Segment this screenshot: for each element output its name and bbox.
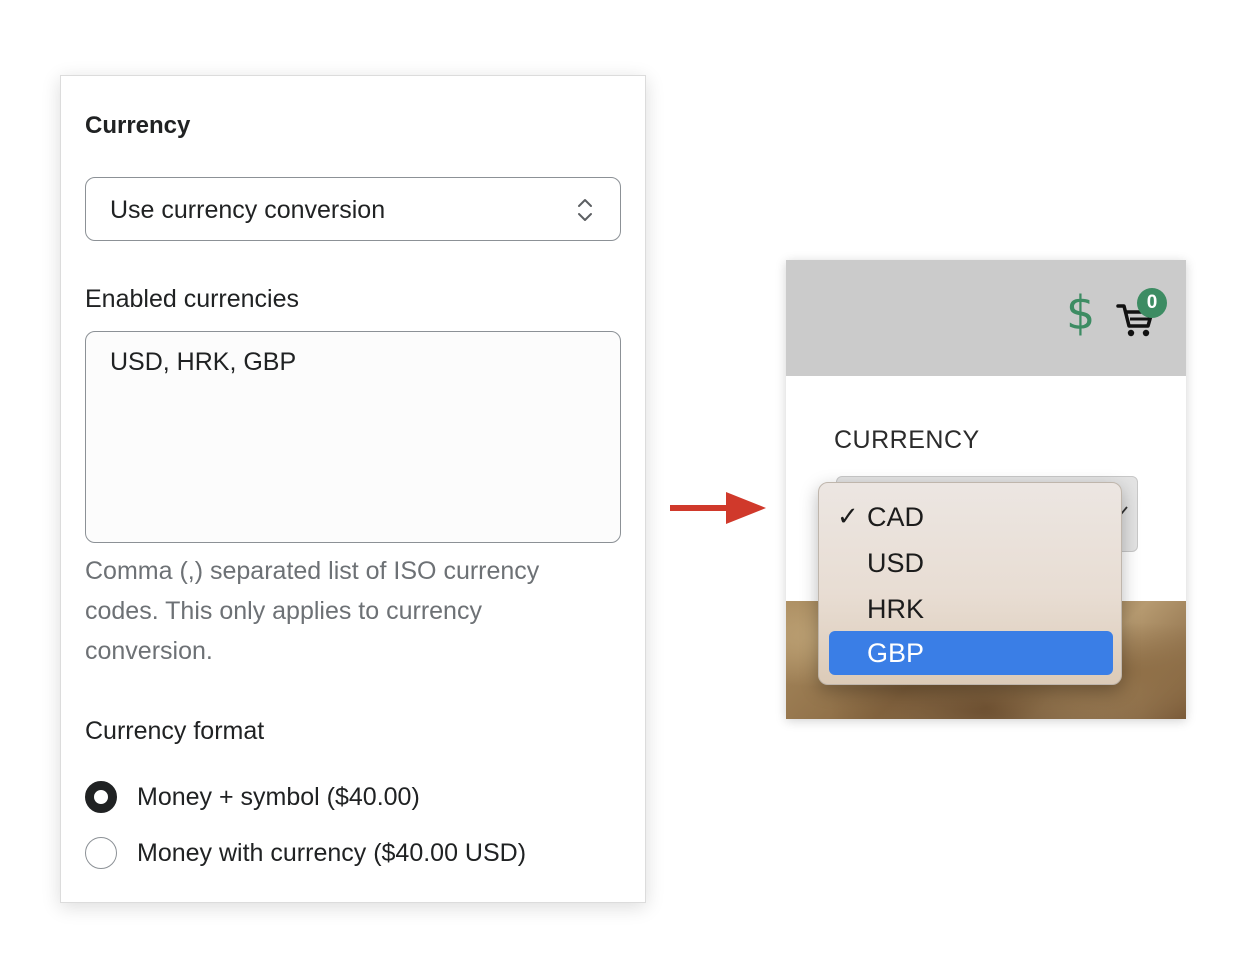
radio-money-currency[interactable]: Money with currency ($40.00 USD) xyxy=(85,836,526,870)
arrow-right-icon xyxy=(670,492,766,524)
radio-checked-icon[interactable] xyxy=(85,781,117,813)
up-down-chevron-icon xyxy=(578,199,592,221)
dollar-icon[interactable]: $ xyxy=(1066,290,1095,336)
enabled-currencies-textarea[interactable]: USD, HRK, GBP xyxy=(85,331,621,543)
checkmark-icon: ✓ xyxy=(837,502,859,532)
menu-item-gbp[interactable]: GBP xyxy=(829,631,1113,675)
menu-item-cad[interactable]: ✓ CAD xyxy=(829,495,1113,539)
preview-currency-label: CURRENCY xyxy=(834,426,980,454)
currency-settings-panel: Currency Use currency conversion Enabled… xyxy=(60,75,646,903)
cart-count-badge: 0 xyxy=(1137,288,1167,318)
enabled-currencies-help-text: Comma (,) separated list of ISO currency… xyxy=(85,557,540,665)
menu-item-label: CAD xyxy=(867,502,925,532)
store-header: $ 0 xyxy=(786,260,1186,376)
menu-item-label: HRK xyxy=(867,594,925,624)
section-title: Currency xyxy=(85,112,191,139)
currency-format-label: Currency format xyxy=(85,717,265,745)
menu-item-label: USD xyxy=(867,548,925,578)
radio-unchecked-icon[interactable] xyxy=(85,837,117,869)
currency-conversion-select[interactable]: Use currency conversion xyxy=(85,177,621,241)
currency-conversion-select-value: Use currency conversion xyxy=(110,196,386,224)
enabled-currencies-value: USD, HRK, GBP xyxy=(110,348,297,376)
menu-item-hrk[interactable]: HRK xyxy=(829,587,1113,631)
currency-dropdown-menu: ✓ CAD USD HRK GBP xyxy=(818,482,1122,685)
radio-money-symbol[interactable]: Money + symbol ($40.00) xyxy=(85,780,420,814)
radio-money-currency-label: Money with currency ($40.00 USD) xyxy=(137,838,527,867)
menu-item-usd[interactable]: USD xyxy=(829,541,1113,585)
radio-money-symbol-label: Money + symbol ($40.00) xyxy=(137,782,420,811)
menu-item-label: GBP xyxy=(867,638,925,668)
enabled-currencies-label: Enabled currencies xyxy=(85,285,300,313)
